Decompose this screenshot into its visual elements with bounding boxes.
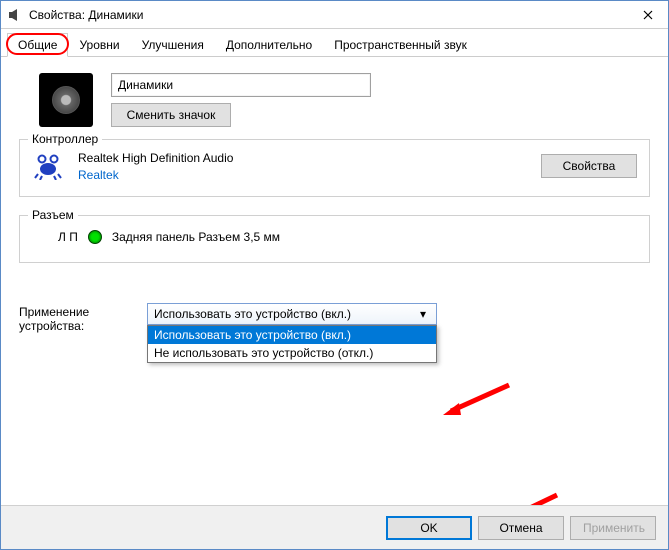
controller-properties-button[interactable]: Свойства	[541, 154, 637, 178]
controller-group: Контроллер Realtek High Definition Audio…	[19, 139, 650, 197]
device-name-input[interactable]	[111, 73, 371, 97]
usage-dropdown-list: Использовать это устройство (вкл.) Не ис…	[147, 325, 437, 363]
jack-color-icon	[88, 230, 102, 244]
tab-spatial[interactable]: Пространственный звук	[323, 33, 478, 56]
jack-channel: Л П	[58, 230, 78, 244]
window-title: Свойства: Динамики	[29, 8, 628, 22]
controller-name: Realtek High Definition Audio	[78, 151, 527, 165]
tab-spatial-label: Пространственный звук	[334, 38, 467, 52]
close-button[interactable]	[628, 1, 668, 29]
usage-option-disable[interactable]: Не использовать это устройство (откл.)	[148, 344, 436, 362]
controller-vendor-link[interactable]: Realtek	[78, 168, 527, 182]
speaker-icon	[39, 73, 93, 127]
realtek-crab-icon	[32, 150, 64, 182]
speaker-small-icon	[7, 7, 23, 23]
cancel-button[interactable]: Отмена	[478, 516, 564, 540]
tab-levels-label: Уровни	[79, 38, 119, 52]
usage-selected-value: Использовать это устройство (вкл.)	[154, 307, 351, 321]
device-header: Сменить значок	[19, 73, 650, 127]
titlebar: Свойства: Динамики	[1, 1, 668, 29]
tab-general-label: Общие	[18, 38, 57, 52]
jack-description: Задняя панель Разъем 3,5 мм	[112, 230, 280, 244]
jack-group: Разъем Л П Задняя панель Разъем 3,5 мм	[19, 215, 650, 263]
ok-button[interactable]: OK	[386, 516, 472, 540]
tab-advanced-label: Дополнительно	[226, 38, 312, 52]
change-icon-button[interactable]: Сменить значок	[111, 103, 231, 127]
tab-levels[interactable]: Уровни	[68, 33, 130, 56]
controller-group-title: Контроллер	[28, 132, 102, 146]
chevron-down-icon: ▾	[416, 307, 430, 321]
jack-group-title: Разъем	[28, 208, 78, 222]
usage-option-enable[interactable]: Использовать это устройство (вкл.)	[148, 326, 436, 344]
tab-advanced[interactable]: Дополнительно	[215, 33, 323, 56]
properties-window: Свойства: Динамики Общие Уровни Улучшени…	[0, 0, 669, 550]
usage-label: Применение устройства:	[19, 303, 119, 333]
dialog-footer: OK Отмена Применить	[1, 505, 668, 549]
tab-strip: Общие Уровни Улучшения Дополнительно Про…	[1, 29, 668, 57]
annotation-arrow-dropdown	[441, 381, 511, 421]
tab-enhancements[interactable]: Улучшения	[131, 33, 215, 56]
usage-row: Применение устройства: Использовать это …	[19, 303, 650, 333]
apply-button[interactable]: Применить	[570, 516, 656, 540]
tab-general[interactable]: Общие	[7, 33, 68, 57]
tab-enhancements-label: Улучшения	[142, 38, 204, 52]
usage-combobox[interactable]: Использовать это устройство (вкл.) ▾	[147, 303, 437, 325]
tab-content: Сменить значок Контроллер Realtek High D…	[1, 57, 668, 349]
